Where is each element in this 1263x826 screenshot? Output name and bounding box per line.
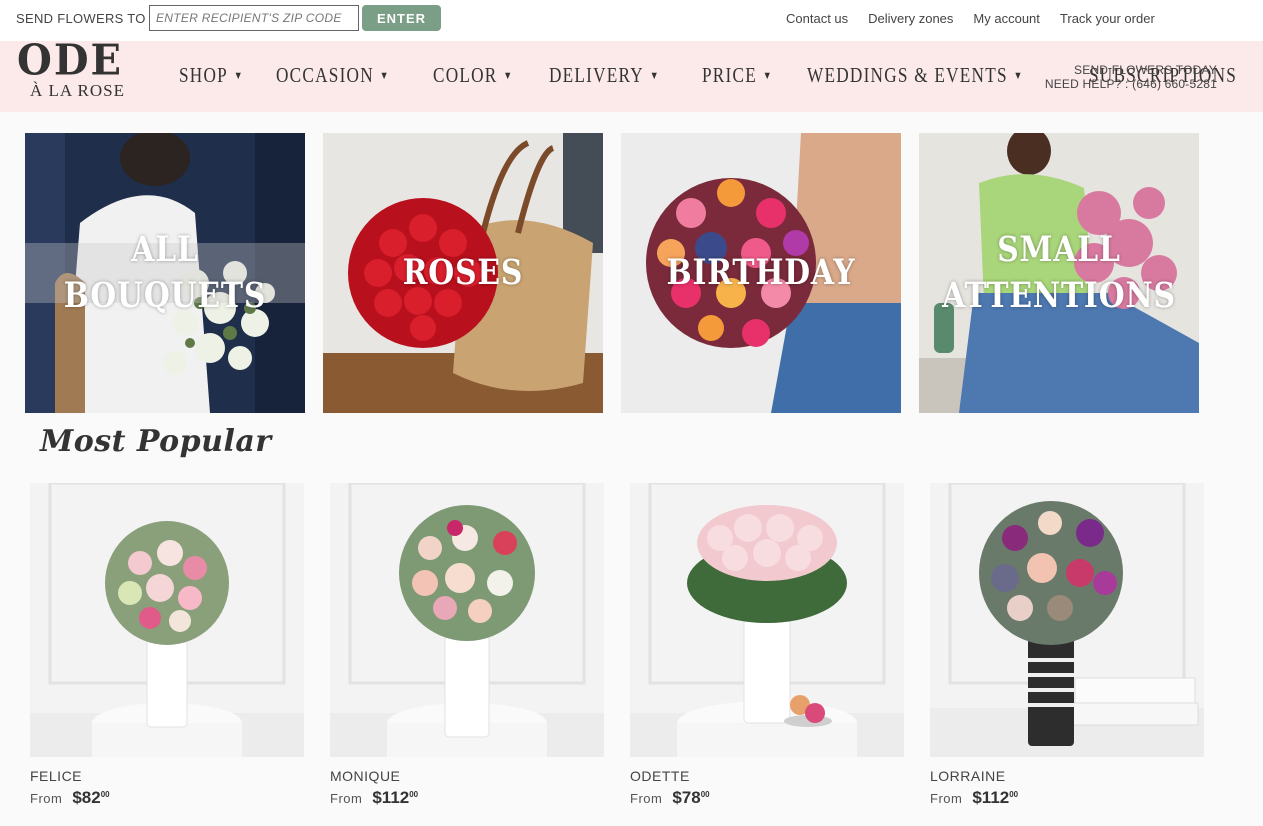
site-logo[interactable]: ODE À LA ROSE — [15, 35, 130, 107]
my-account-link[interactable]: My account — [973, 11, 1039, 26]
product-price: From $112 00 — [330, 788, 604, 808]
nav-delivery[interactable]: DELIVERY ▼ — [549, 63, 660, 88]
category-label: BIRTHDAY — [666, 252, 856, 293]
caret-down-icon: ▼ — [233, 69, 244, 82]
nav-occasion[interactable]: OCCASION ▼ — [276, 63, 390, 88]
product-name[interactable]: ODETTE — [630, 768, 904, 784]
product-card-odette[interactable]: ODETTE From $78 00 — [630, 483, 904, 808]
price-amount: $112 — [372, 788, 410, 807]
price-amount: $78 — [672, 788, 701, 807]
category-label: ALL BOUQUETS — [63, 229, 267, 316]
category-label: SMALL ATTENTIONS — [942, 229, 1176, 316]
zip-label: SEND FLOWERS TO — [16, 11, 146, 26]
caret-down-icon: ▼ — [762, 69, 773, 82]
price-amount: $82 — [72, 788, 101, 807]
caret-down-icon: ▼ — [1013, 69, 1024, 82]
enter-button[interactable]: ENTER — [362, 5, 441, 31]
nav-weddings-events[interactable]: WEDDINGS & EVENTS ▼ — [807, 63, 1024, 88]
category-tile-roses[interactable]: ROSES — [323, 133, 603, 413]
delivery-zones-link[interactable]: Delivery zones — [868, 11, 953, 26]
nav-color[interactable]: COLOR ▼ — [433, 63, 513, 88]
product-price: From $78 00 — [630, 788, 904, 808]
nav-shop[interactable]: SHOP ▼ — [179, 63, 244, 88]
product-card-lorraine[interactable]: LORRAINE From $112 00 — [930, 483, 1204, 808]
category-tile-small-attentions[interactable]: SMALL ATTENTIONS — [919, 133, 1199, 413]
price-from: From — [330, 791, 363, 806]
product-card-felice[interactable]: FELICE From $82 00 — [30, 483, 304, 808]
product-image[interactable] — [330, 483, 604, 757]
price-amount: $112 — [972, 788, 1010, 807]
price-cents: 00 — [700, 790, 710, 799]
nav-label: PRICE — [702, 63, 758, 87]
product-image[interactable] — [930, 483, 1204, 757]
price-cents: 00 — [1009, 790, 1019, 799]
price-from: From — [30, 791, 63, 806]
category-tile-birthday[interactable]: BIRTHDAY — [621, 133, 901, 413]
nav-price[interactable]: PRICE ▼ — [702, 63, 773, 88]
zip-code-input[interactable] — [149, 5, 359, 31]
price-from: From — [930, 791, 963, 806]
nav-label: SHOP — [179, 63, 228, 87]
product-price: From $82 00 — [30, 788, 304, 808]
help-phone[interactable]: NEED HELP? : (646) 660-5281 — [1045, 77, 1217, 91]
caret-down-icon: ▼ — [379, 69, 390, 82]
price-cents: 00 — [409, 790, 419, 799]
top-utility-bar: SEND FLOWERS TO ENTER Contact us Deliver… — [0, 0, 1263, 41]
contact-us-link[interactable]: Contact us — [786, 11, 848, 26]
price-cents: 00 — [100, 790, 110, 799]
section-title: Most Popular — [40, 424, 272, 459]
product-image[interactable] — [30, 483, 304, 757]
caret-down-icon: ▼ — [503, 69, 514, 82]
product-name[interactable]: MONIQUE — [330, 768, 604, 784]
product-name[interactable]: LORRAINE — [930, 768, 1204, 784]
send-today-text: SEND FLOWERS TODAY — [1074, 63, 1217, 77]
caret-down-icon: ▼ — [649, 69, 660, 82]
nav-label: OCCASION — [276, 63, 374, 87]
logo-subtitle: À LA ROSE — [30, 81, 125, 100]
nav-label: COLOR — [432, 63, 498, 87]
logo-wordmark: ODE — [17, 35, 124, 86]
help-info: SEND FLOWERS TODAY NEED HELP? : (646) 66… — [1045, 63, 1217, 91]
price-from: From — [630, 791, 663, 806]
track-order-link[interactable]: Track your order — [1060, 11, 1155, 26]
nav-label: WEDDINGS & EVENTS — [806, 63, 1008, 87]
category-tile-all-bouquets[interactable]: ALL BOUQUETS — [25, 133, 305, 413]
product-name[interactable]: FELICE — [30, 768, 304, 784]
nav-label: DELIVERY — [548, 63, 644, 87]
utility-links: Contact us Delivery zones My account Tra… — [786, 11, 1155, 26]
product-price: From $112 00 — [930, 788, 1204, 808]
main-header: ODE À LA ROSE SHOP ▼ OCCASION ▼ COLOR ▼ DEL… — [0, 35, 1263, 112]
product-image[interactable] — [630, 483, 904, 757]
category-label: ROSES — [402, 252, 524, 293]
product-card-monique[interactable]: MONIQUE From $112 00 — [330, 483, 604, 808]
